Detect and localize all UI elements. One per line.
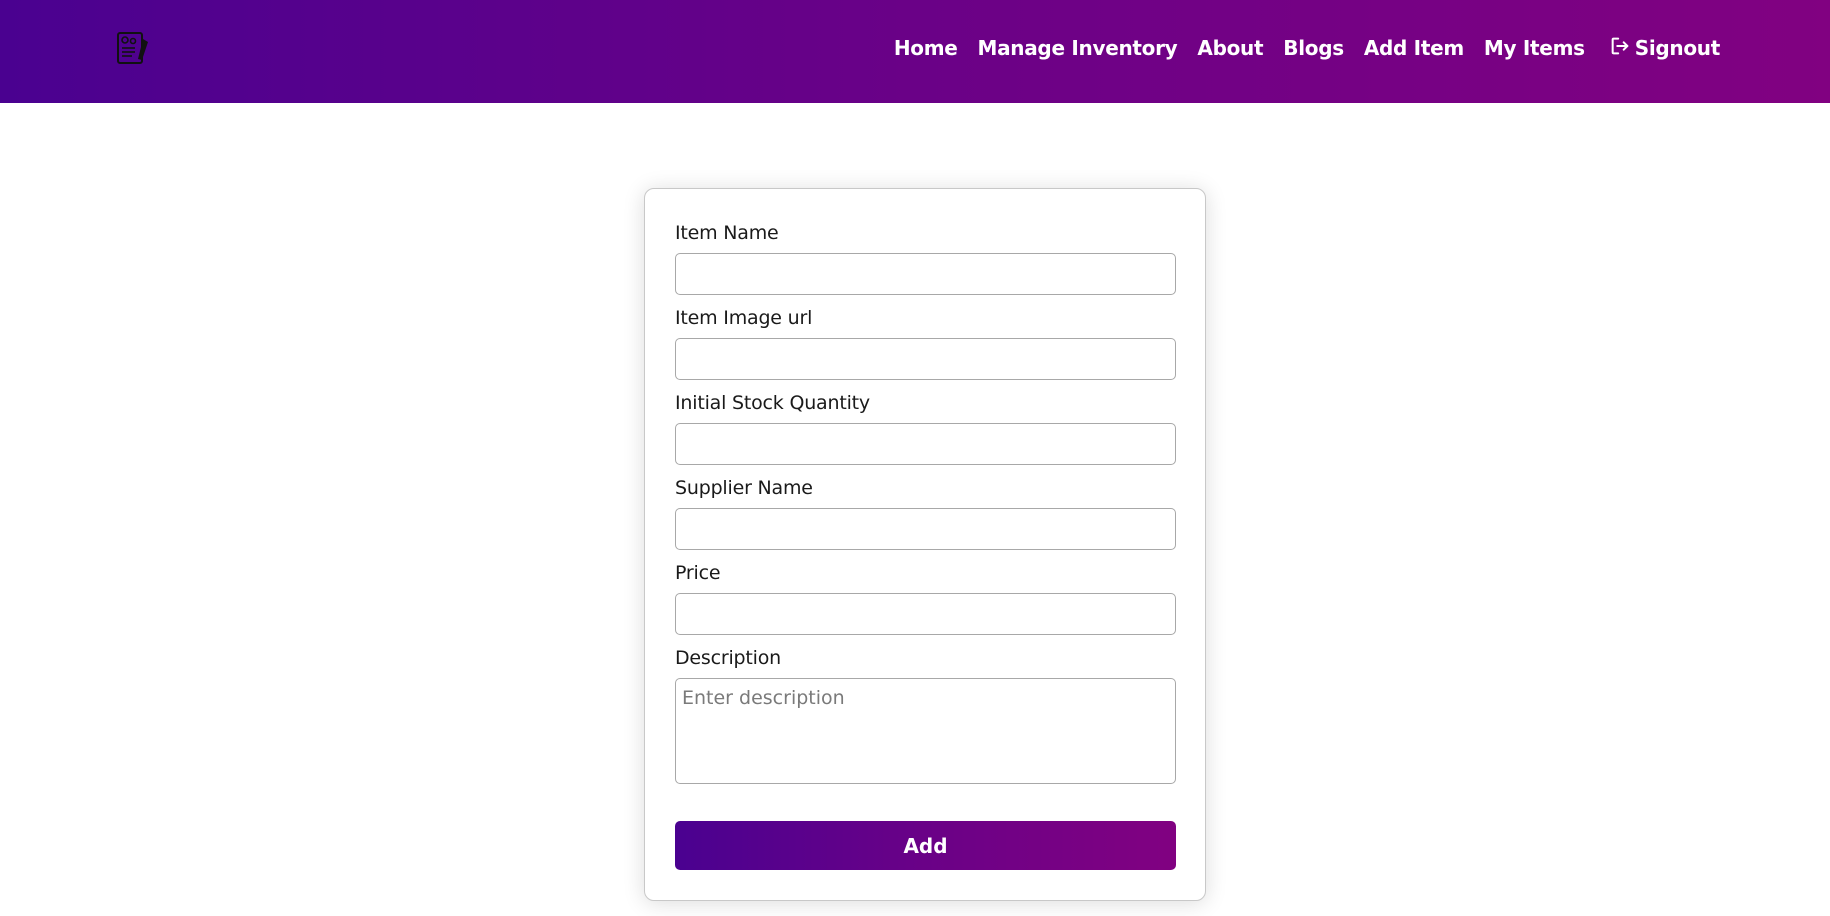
signout-arrow-icon <box>1609 35 1635 62</box>
item-name-input[interactable] <box>675 253 1176 295</box>
add-button[interactable]: Add <box>675 821 1176 870</box>
nav-link-about[interactable]: About <box>1197 36 1263 60</box>
nav-link-home[interactable]: Home <box>894 36 958 60</box>
signout-label: Signout <box>1634 36 1721 60</box>
price-label: Price <box>675 562 721 584</box>
initial-stock-quantity-input[interactable] <box>675 423 1176 465</box>
nav-link-blogs[interactable]: Blogs <box>1283 36 1344 60</box>
inventory-document-icon[interactable] <box>115 30 151 66</box>
description-textarea[interactable] <box>675 678 1176 784</box>
initial-stock-quantity-label: Initial Stock Quantity <box>675 392 870 414</box>
supplier-name-input[interactable] <box>675 508 1176 550</box>
supplier-name-label: Supplier Name <box>675 477 813 499</box>
description-label: Description <box>675 647 782 669</box>
nav-links: Home Manage Inventory About Blogs Add It… <box>874 33 1720 63</box>
nav-link-add-item[interactable]: Add Item <box>1364 36 1464 60</box>
item-image-url-input[interactable] <box>675 338 1176 380</box>
item-image-url-label: Item Image url <box>675 307 813 329</box>
add-item-form: Item Name Item Image url Initial Stock Q… <box>644 188 1206 901</box>
price-input[interactable] <box>675 593 1176 635</box>
nav-link-my-items[interactable]: My Items <box>1484 36 1585 60</box>
nav-link-manage-inventory[interactable]: Manage Inventory <box>978 36 1178 60</box>
signout-button[interactable]: Signout <box>1609 35 1720 62</box>
navbar: Home Manage Inventory About Blogs Add It… <box>0 0 1830 103</box>
item-name-label: Item Name <box>675 222 779 244</box>
